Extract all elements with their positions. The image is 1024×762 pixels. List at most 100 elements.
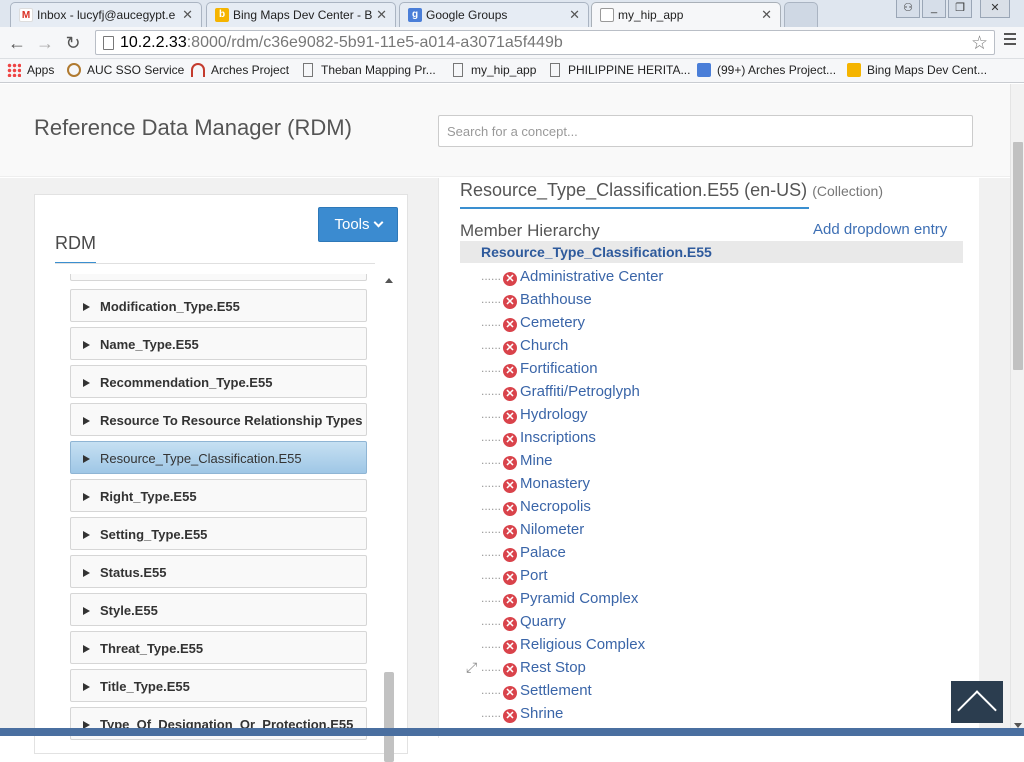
scheme-item[interactable]: Setting_Type.E55 <box>70 517 367 550</box>
member-item[interactable]: ...... ✕ Cemetery <box>481 314 585 337</box>
member-item[interactable]: ...... ✕ Pyramid Complex <box>481 590 638 613</box>
member-item[interactable]: ...... ✕ Monastery <box>481 475 590 498</box>
member-label[interactable]: Quarry <box>520 613 566 630</box>
scheme-list-scrollbar[interactable] <box>382 274 396 762</box>
member-label[interactable]: Mine <box>520 452 553 469</box>
member-item[interactable]: ...... ✕ Quarry <box>481 613 566 636</box>
delete-icon[interactable]: ✕ <box>503 686 518 700</box>
member-label[interactable]: Settlement <box>520 682 592 699</box>
scheme-item[interactable]: Name_Type.E55 <box>70 327 367 360</box>
member-item[interactable]: ...... ✕ Mine <box>481 452 553 475</box>
bookmark-philippine-heritage[interactable]: PHILIPPINE HERITA... <box>548 63 690 77</box>
scheme-item[interactable]: Status.E55 <box>70 555 367 588</box>
member-label[interactable]: Shrine <box>520 705 563 722</box>
close-icon[interactable]: ✕ <box>569 7 580 23</box>
close-icon[interactable]: ✕ <box>376 7 387 23</box>
delete-icon[interactable]: ✕ <box>503 479 518 493</box>
member-item[interactable]: ...... ✕ Necropolis <box>481 498 591 521</box>
scheme-item[interactable]: Threat_Type.E55 <box>70 631 367 664</box>
member-item[interactable]: ...... ✕ Bathhouse <box>481 291 592 314</box>
member-label[interactable]: Cemetery <box>520 314 585 331</box>
reload-icon[interactable]: ↻ <box>62 32 84 54</box>
delete-icon[interactable]: ✕ <box>503 571 518 585</box>
add-dropdown-entry-link[interactable]: Add dropdown entry <box>813 221 947 238</box>
member-label[interactable]: Bathhouse <box>520 291 592 308</box>
delete-icon[interactable]: ✕ <box>503 295 518 309</box>
member-item[interactable]: ...... ✕ Nilometer <box>481 521 584 544</box>
chrome-menu-icon[interactable] <box>1004 33 1016 48</box>
member-label[interactable]: Religious Complex <box>520 636 645 653</box>
tab-google-groups[interactable]: g Google Groups ✕ <box>399 2 589 27</box>
member-item[interactable]: ...... ✕ Hydrology <box>481 406 588 429</box>
member-label[interactable]: Rest Stop <box>520 659 586 676</box>
member-label[interactable]: Pyramid Complex <box>520 590 638 607</box>
scroll-up-icon[interactable] <box>385 278 393 283</box>
scheme-item[interactable] <box>70 274 367 281</box>
scrollbar-thumb[interactable] <box>384 672 394 762</box>
bookmark-bing-maps[interactable]: Bing Maps Dev Cent... <box>847 63 987 77</box>
scheme-item[interactable]: Recommendation_Type.E55 <box>70 365 367 398</box>
member-item[interactable]: ...... ✕ Palace <box>481 544 566 567</box>
member-item[interactable]: ...... ✕ Graffiti/Petroglyph <box>481 383 640 406</box>
member-item[interactable]: ...... ✕ Settlement <box>481 682 592 705</box>
member-item[interactable]: ...... ✕ Inscriptions <box>481 429 596 452</box>
delete-icon[interactable]: ✕ <box>503 548 518 562</box>
member-label[interactable]: Palace <box>520 544 566 561</box>
scheme-item[interactable]: Title_Type.E55 <box>70 669 367 702</box>
member-item[interactable]: ...... ✕ Religious Complex <box>481 636 645 659</box>
delete-icon[interactable]: ✕ <box>503 709 518 723</box>
bookmark-arches-groups[interactable]: (99+) Arches Project... <box>697 63 836 77</box>
scheme-item[interactable]: Right_Type.E55 <box>70 479 367 512</box>
tab-bing-maps[interactable]: b Bing Maps Dev Center - B ✕ <box>206 2 396 27</box>
bookmark-star-icon[interactable]: ☆ <box>971 32 988 55</box>
scheme-item[interactable]: Style.E55 <box>70 593 367 626</box>
member-label[interactable]: Inscriptions <box>520 429 596 446</box>
bookmark-auc-sso[interactable]: AUC SSO Service <box>67 63 184 77</box>
delete-icon[interactable]: ✕ <box>503 456 518 470</box>
member-label[interactable]: Church <box>520 337 568 354</box>
member-label[interactable]: Graffiti/Petroglyph <box>520 383 640 400</box>
member-label[interactable]: Necropolis <box>520 498 591 515</box>
delete-icon[interactable]: ✕ <box>503 318 518 332</box>
scheme-item[interactable]: Resource To Resource Relationship Types <box>70 403 367 436</box>
scheme-item[interactable]: Modification_Type.E55 <box>70 289 367 322</box>
close-icon[interactable]: ✕ <box>182 7 193 23</box>
member-label[interactable]: Hydrology <box>520 406 588 423</box>
concept-search-input[interactable] <box>438 115 973 147</box>
delete-icon[interactable]: ✕ <box>503 663 518 677</box>
delete-icon[interactable]: ✕ <box>503 433 518 447</box>
tab-my-hip-app[interactable]: my_hip_app ✕ <box>591 2 781 28</box>
forward-icon[interactable]: → <box>34 32 56 54</box>
minimize-icon[interactable]: _ <box>922 0 946 18</box>
back-to-top-button[interactable] <box>951 681 1003 730</box>
delete-icon[interactable]: ✕ <box>503 364 518 378</box>
member-label[interactable]: Monastery <box>520 475 590 492</box>
drag-handle-icon[interactable]: ⤢ <box>466 659 477 676</box>
bookmark-my-hip-app[interactable]: my_hip_app <box>451 63 536 77</box>
member-label[interactable]: Administrative Center <box>520 268 663 285</box>
bookmark-theban-mapping[interactable]: Theban Mapping Pr... <box>301 63 436 77</box>
window-close-icon[interactable]: ✕ <box>980 0 1010 18</box>
delete-icon[interactable]: ✕ <box>503 410 518 424</box>
delete-icon[interactable]: ✕ <box>503 617 518 631</box>
member-item[interactable]: ...... ✕ Church <box>481 337 568 360</box>
page-scrollbar[interactable] <box>1010 84 1024 736</box>
close-icon[interactable]: ✕ <box>761 7 772 23</box>
member-item[interactable]: ...... ✕ Shrine <box>481 705 563 728</box>
delete-icon[interactable]: ✕ <box>503 594 518 608</box>
tab-inbox[interactable]: M Inbox - lucyfj@aucegypt.e ✕ <box>10 2 202 27</box>
bookmark-apps[interactable]: Apps <box>7 63 54 77</box>
delete-icon[interactable]: ✕ <box>503 525 518 539</box>
delete-icon[interactable]: ✕ <box>503 341 518 355</box>
scheme-item-selected[interactable]: Resource_Type_Classification.E55 <box>70 441 367 474</box>
member-item[interactable]: ...... ✕ Port <box>481 567 548 590</box>
member-label[interactable]: Fortification <box>520 360 598 377</box>
restore-icon[interactable]: ❐ <box>948 0 972 18</box>
delete-icon[interactable]: ✕ <box>503 502 518 516</box>
member-label[interactable]: Nilometer <box>520 521 584 538</box>
member-item[interactable]: ...... ✕ Rest Stop <box>481 659 586 682</box>
tools-button[interactable]: Tools <box>318 207 398 242</box>
delete-icon[interactable]: ✕ <box>503 640 518 654</box>
delete-icon[interactable]: ✕ <box>503 387 518 401</box>
new-tab-button[interactable] <box>784 2 818 27</box>
